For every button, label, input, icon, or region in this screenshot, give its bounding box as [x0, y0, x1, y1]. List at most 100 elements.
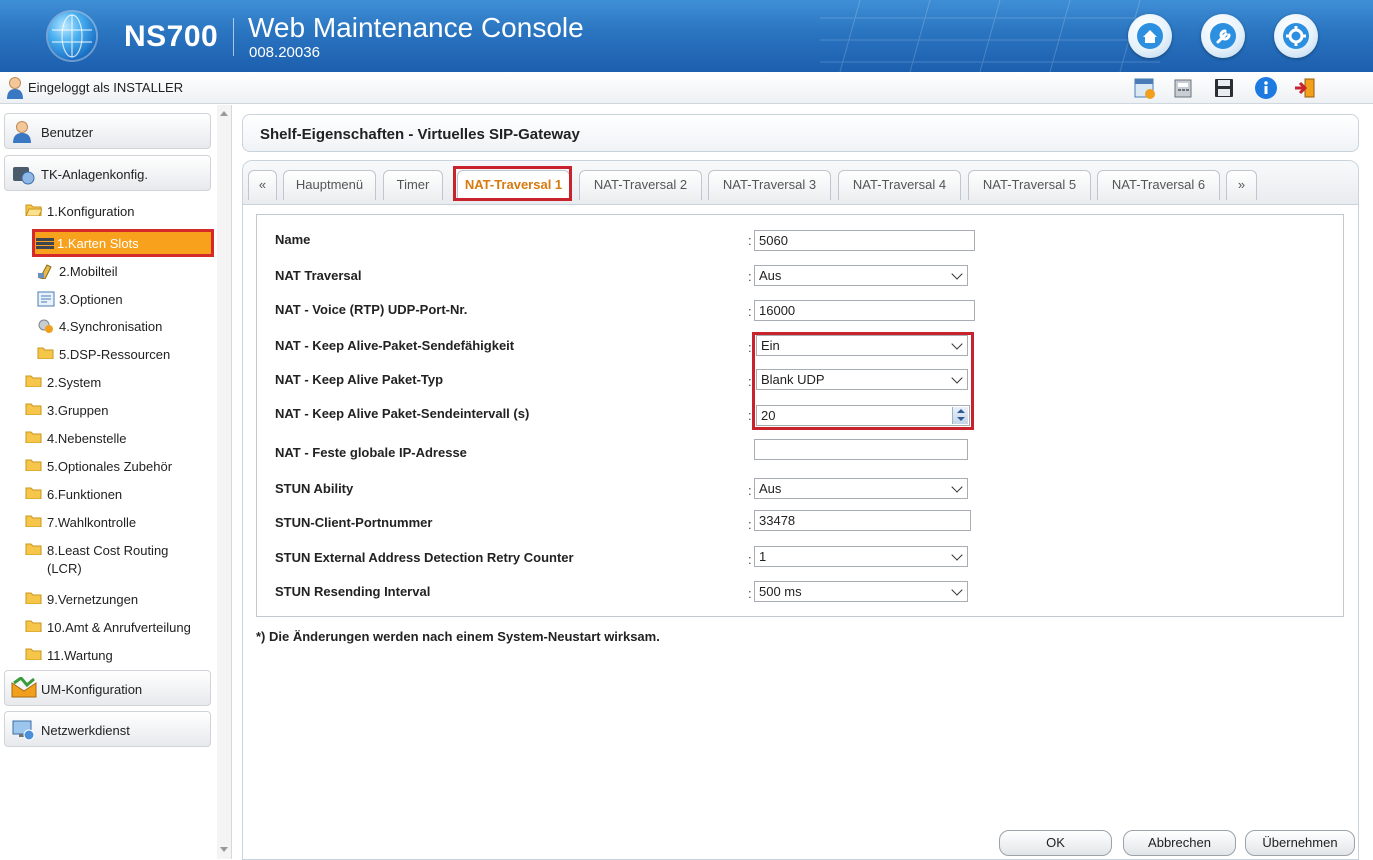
field-colon: :	[748, 552, 752, 567]
tab-nat-traversal-6[interactable]: NAT-Traversal 6	[1097, 170, 1220, 200]
stun-ability-value: Aus	[759, 481, 782, 496]
sidebar-scrollbar[interactable]	[217, 105, 231, 859]
tree-item-nebenstelle[interactable]: 4.Nebenstelle	[25, 427, 215, 449]
tree-item-wahlkontrolle[interactable]: 7.Wahlkontrolle	[25, 511, 215, 533]
scroll-down-icon[interactable]	[220, 847, 228, 852]
maintenance-button[interactable]	[1201, 14, 1245, 58]
tree-item-gruppen[interactable]: 3.Gruppen	[25, 399, 215, 421]
stun-resending-interval-value: 500 ms	[759, 584, 802, 599]
stun-client-port-input[interactable]: 33478	[754, 510, 971, 531]
name-input[interactable]: 5060	[754, 230, 975, 251]
tree-item-least-cost-routing[interactable]: 8.Least Cost Routing (LCR)	[25, 539, 215, 579]
tree-item-label: 4.Nebenstelle	[47, 431, 127, 446]
tab-strip: « Hauptmenü Timer NAT-Traversal 1 NAT-Tr…	[243, 161, 1358, 205]
sidebar-section-label: Netzwerkdienst	[41, 723, 130, 738]
nat-traversal-value: Aus	[759, 268, 782, 283]
card-slots-icon	[36, 238, 54, 249]
tree-item-wartung[interactable]: 11.Wartung	[25, 644, 215, 666]
chevron-down-icon	[951, 549, 963, 561]
ok-button[interactable]: OK	[999, 830, 1112, 856]
tab-nat-traversal-4[interactable]: NAT-Traversal 4	[838, 170, 961, 200]
field-label-stun-resending-interval: STUN Resending Interval	[275, 584, 431, 599]
tab-label: Hauptmenü	[295, 177, 364, 192]
folder-icon	[25, 515, 42, 527]
sidebar-section-tk-anlagenkonfig[interactable]: TK-Anlagenkonfig.	[4, 155, 211, 191]
tree-item-dsp-ressourcen[interactable]: 5.DSP-Ressourcen	[37, 343, 207, 365]
tree-item-label: 7.Wahlkontrolle	[47, 515, 137, 530]
field-label-keep-alive-capability: NAT - Keep Alive-Paket-Sendefähigkeit	[275, 338, 515, 353]
field-label-keep-alive-interval: NAT - Keep Alive Paket-Sendeintervall (s…	[275, 406, 530, 421]
tree-item-funktionen[interactable]: 6.Funktionen	[25, 483, 215, 505]
rtp-port-input[interactable]: 16000	[754, 300, 975, 321]
settings-button[interactable]	[1274, 14, 1318, 58]
tree-item-mobilteil[interactable]: 2.Mobilteil	[37, 260, 207, 282]
sidebar-section-netzwerkdienst[interactable]: Netzwerkdienst	[4, 711, 211, 747]
tree-item-optionen[interactable]: 3.Optionen	[37, 288, 207, 310]
folder-icon	[25, 403, 42, 415]
cancel-button[interactable]: Abbrechen	[1123, 830, 1236, 856]
tree-item-konfiguration[interactable]: 1.Konfiguration	[25, 200, 215, 222]
tab-label: NAT-Traversal 3	[722, 177, 817, 192]
tab-hauptmenue[interactable]: Hauptmenü	[283, 170, 376, 200]
header-grid-decoration	[820, 0, 1160, 72]
scroll-up-icon[interactable]	[220, 111, 228, 116]
app-version: 008.20036	[249, 44, 320, 61]
tree-item-amt-anrufverteilung[interactable]: 10.Amt & Anrufverteilung	[25, 616, 215, 638]
sidebar-section-benutzer[interactable]: Benutzer	[4, 113, 211, 149]
folder-icon	[25, 543, 42, 555]
info-icon[interactable]	[1254, 76, 1278, 100]
stun-retry-counter-select[interactable]: 1	[754, 546, 968, 567]
tree-item-label: 4.Synchronisation	[59, 319, 163, 334]
nat-traversal-select[interactable]: Aus	[754, 265, 968, 286]
app-header: NS700 Web Maintenance Console 008.20036	[0, 0, 1373, 72]
tree-item-label: 11.Wartung	[47, 648, 113, 663]
tree-item-system[interactable]: 2.System	[25, 371, 215, 393]
tree-item-label: 3.Gruppen	[47, 403, 109, 418]
pbx-config-icon	[13, 167, 35, 185]
stun-resending-interval-select[interactable]: 500 ms	[754, 581, 968, 602]
tab-timer[interactable]: Timer	[383, 170, 443, 200]
um-config-icon	[11, 677, 37, 698]
login-bar: Eingeloggt als INSTALLER	[0, 72, 1373, 104]
tree-item-optionales-zubehoer[interactable]: 5.Optionales Zubehör	[25, 455, 215, 477]
tab-nat-traversal-5[interactable]: NAT-Traversal 5	[968, 170, 1091, 200]
sidebar-section-label: TK-Anlagenkonfig.	[41, 167, 148, 182]
folder-icon	[25, 620, 42, 632]
tree-item-label: 2.Mobilteil	[59, 264, 118, 279]
tree-item-vernetzungen[interactable]: 9.Vernetzungen	[25, 588, 215, 610]
tree-item-synchronisation[interactable]: 4.Synchronisation	[37, 315, 207, 337]
sync-icon	[38, 319, 53, 333]
tab-nat-traversal-3[interactable]: NAT-Traversal 3	[708, 170, 831, 200]
tab-scroll-right[interactable]: »	[1226, 170, 1257, 200]
tree-item-karten-slots[interactable]: 1.Karten Slots	[32, 229, 214, 257]
field-colon: :	[748, 586, 752, 601]
tab-scroll-left[interactable]: «	[248, 170, 277, 200]
tree-item-label: 5.Optionales Zubehör	[47, 459, 173, 474]
save-disk-icon[interactable]	[1212, 76, 1236, 100]
phone-system-icon[interactable]	[1172, 76, 1196, 100]
home-button[interactable]	[1128, 14, 1172, 58]
field-colon: :	[748, 233, 752, 248]
user-icon	[7, 77, 23, 99]
handset-icon	[38, 264, 52, 279]
folder-icon	[25, 487, 42, 499]
field-label-stun-ability: STUN Ability	[275, 481, 354, 496]
sidebar-section-label: Benutzer	[41, 125, 94, 140]
sidebar-section-um-konfiguration[interactable]: UM-Konfiguration	[4, 670, 211, 706]
tree-item-label: 1.Konfiguration	[47, 204, 135, 219]
tab-label: NAT-Traversal 2	[593, 177, 688, 192]
calendar-icon[interactable]	[1133, 76, 1157, 100]
tree-item-label: 2.System	[47, 375, 102, 390]
page-title: Shelf-Eigenschaften - Virtuelles SIP-Gat…	[260, 126, 580, 143]
chevron-down-icon	[951, 481, 963, 493]
logout-icon[interactable]	[1293, 76, 1317, 100]
chevron-down-icon	[951, 268, 963, 280]
stun-ability-select[interactable]: Aus	[754, 478, 968, 499]
chevron-down-icon	[951, 584, 963, 596]
tab-nat-traversal-2[interactable]: NAT-Traversal 2	[579, 170, 702, 200]
fixed-global-ip-input[interactable]	[754, 439, 968, 460]
field-label-rtp-port: NAT - Voice (RTP) UDP-Port-Nr.	[275, 302, 468, 317]
apply-button[interactable]: Übernehmen	[1245, 830, 1355, 856]
field-colon: :	[748, 517, 752, 532]
tree-item-label: 8.Least Cost Routing	[47, 543, 169, 558]
